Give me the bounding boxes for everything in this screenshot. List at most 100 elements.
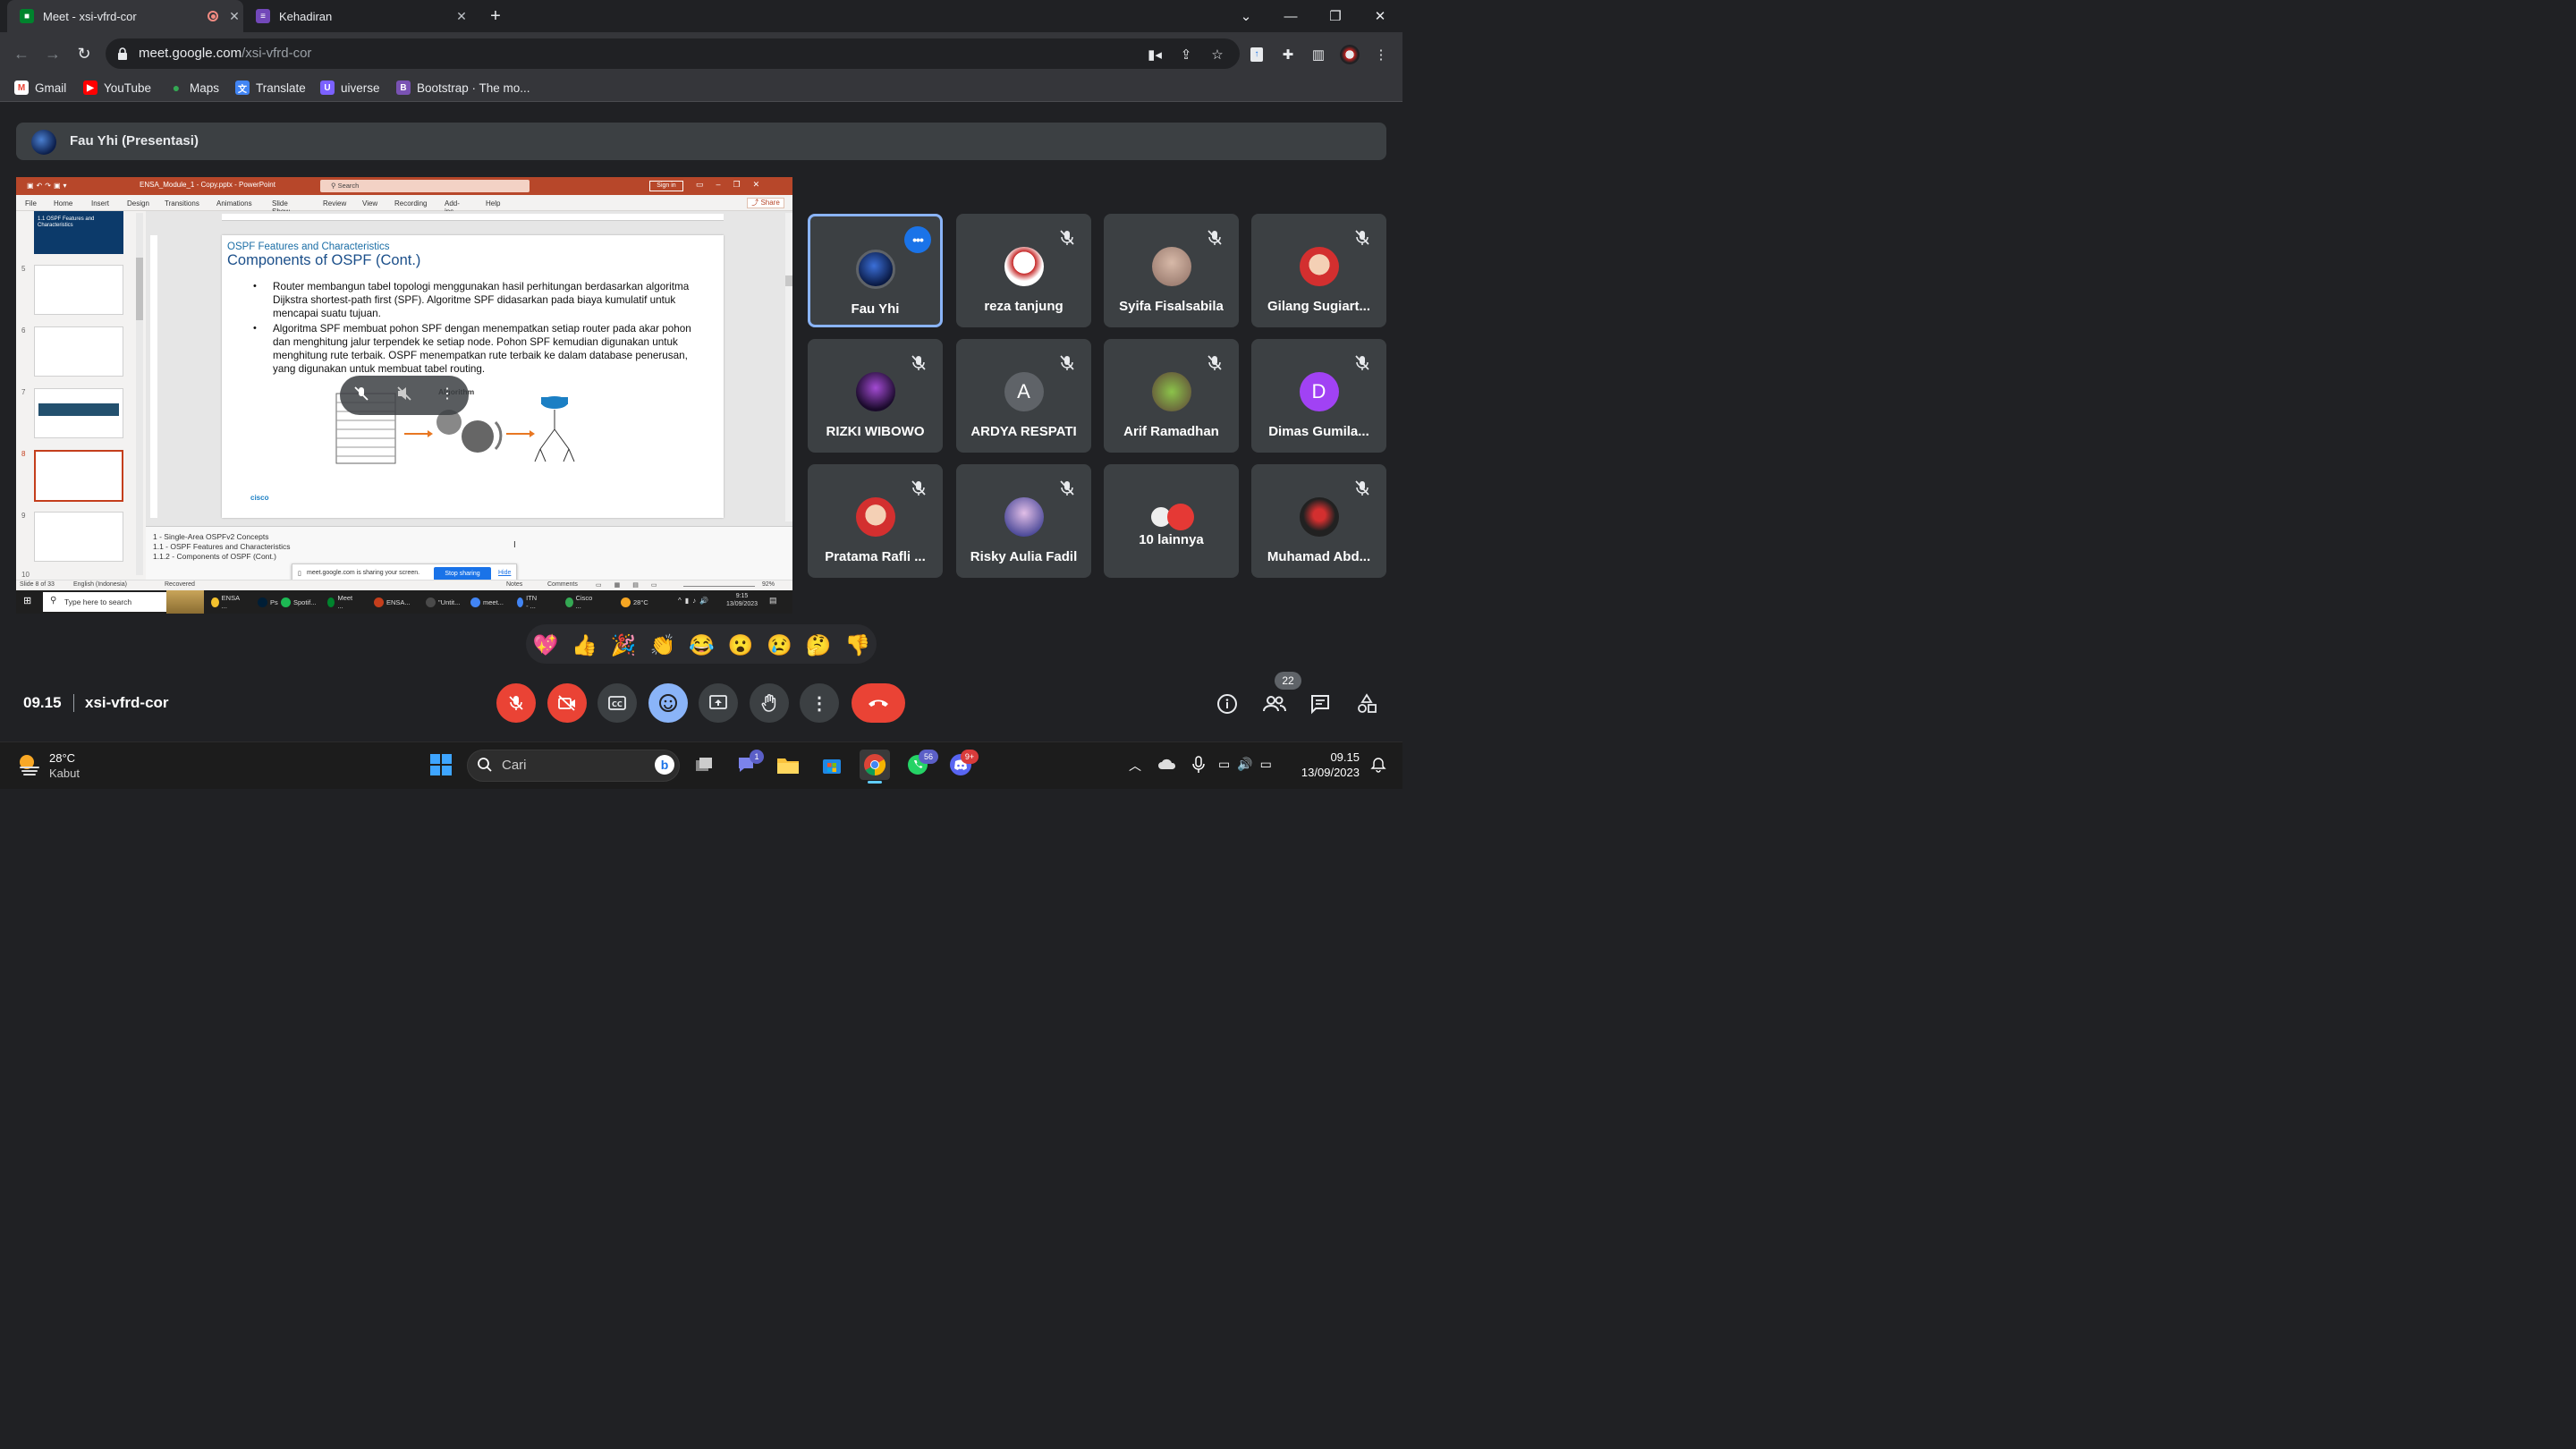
bookmark-translate[interactable]: 文 Translate [235, 79, 306, 97]
bing-icon[interactable]: b [655, 755, 674, 775]
store-app[interactable] [817, 750, 847, 780]
mic-toggle-button[interactable] [496, 683, 536, 723]
status-comments-button[interactable]: Comments [547, 581, 578, 588]
captions-button[interactable]: CC [597, 683, 637, 723]
tab-meet[interactable]: ■ Meet - xsi-vfrd-cor ✕ [7, 0, 243, 32]
meeting-details-icon[interactable] [1216, 692, 1239, 716]
tray-network-volume-battery-icons[interactable]: ▭🔊▭ [1218, 757, 1279, 772]
ppt-menu-review[interactable]: Review [323, 199, 346, 208]
ppt-menu-file[interactable]: File [25, 199, 37, 208]
bookmark-gmail[interactable]: M Gmail [14, 79, 66, 97]
ppt-signin-button[interactable]: Sign in [649, 181, 683, 191]
slide-scrollbar[interactable] [785, 213, 792, 521]
leave-call-button[interactable] [852, 683, 905, 723]
chrome-menu-icon[interactable]: ⋮ [1371, 45, 1391, 64]
new-tab-button[interactable]: + [485, 5, 506, 27]
stop-sharing-button[interactable]: Stop sharing [434, 567, 491, 580]
back-icon[interactable]: ← [11, 43, 32, 64]
bookmark-maps[interactable]: ● Maps [169, 79, 219, 97]
notification-bell-icon[interactable] [1370, 757, 1386, 773]
taskbar-time[interactable]: 09.15 [1295, 750, 1360, 764]
onedrive-icon[interactable] [1157, 757, 1177, 773]
lock-icon[interactable] [117, 47, 128, 60]
tab-kehadiran[interactable]: ≡ Kehadiran ✕ [243, 0, 470, 32]
view-buttons-icon[interactable]: ▭▦▤▭ [596, 581, 669, 589]
tab-search-chevron-icon[interactable]: ⌄ [1233, 5, 1258, 27]
reaction-emoji[interactable]: 👏 [649, 631, 676, 658]
reaction-emoji[interactable]: 🤔 [805, 631, 832, 658]
participant-tile[interactable]: reza tanjung [956, 214, 1091, 327]
hide-sharing-link[interactable]: Hide [498, 570, 511, 576]
zoom-slider[interactable] [683, 586, 755, 587]
share-page-icon[interactable]: ⇪ [1176, 45, 1196, 64]
ppt-menu-insert[interactable]: Insert [91, 199, 109, 208]
tray-chevron-icon[interactable]: ︿ [1129, 757, 1141, 775]
slide-thumbnail[interactable] [34, 512, 123, 562]
close-window-button[interactable]: ✕ [1368, 5, 1393, 27]
reload-icon[interactable]: ↻ [73, 43, 95, 64]
participant-tile[interactable]: Fau Yhi ••• [808, 214, 943, 327]
chat-icon[interactable] [1309, 692, 1332, 716]
participant-tile[interactable]: Gilang Sugiart... [1251, 214, 1386, 327]
participant-tile[interactable]: Muhamad Abd... [1251, 464, 1386, 578]
activities-icon[interactable] [1355, 692, 1378, 716]
reaction-emoji[interactable]: 🎉 [610, 631, 637, 658]
ppt-quick-access-icon[interactable]: ▣↶↷▣▾ [27, 182, 116, 191]
participant-tile[interactable]: Pratama Rafli ... [808, 464, 943, 578]
participant-tile[interactable]: 10 lainnya [1104, 464, 1239, 578]
bookmark-uiverse[interactable]: Uuiverse [320, 79, 380, 97]
more-options-button[interactable]: ⋮ [800, 683, 839, 723]
bookmark-star-icon[interactable]: ☆ [1208, 45, 1227, 64]
reactions-button[interactable] [648, 683, 688, 723]
more-options-icon[interactable]: ⋮ [440, 385, 454, 402]
participant-tile[interactable]: RIZKI WIBOWO [808, 339, 943, 453]
microphone-icon[interactable] [1192, 756, 1205, 774]
slide-thumbnail[interactable] [34, 265, 123, 315]
ppt-window-controls-icon[interactable]: ▭–❐✕ [696, 180, 785, 190]
weather-icon[interactable] [16, 751, 43, 778]
ppt-menu-animations[interactable]: Animations [216, 199, 252, 208]
tile-more-options-icon[interactable]: ••• [904, 226, 931, 253]
participant-tile[interactable]: D Dimas Gumila... [1251, 339, 1386, 453]
reaction-emoji[interactable]: 👎 [844, 631, 871, 658]
extensions-puzzle-icon[interactable]: ✚ [1278, 45, 1298, 64]
ppt-menu-help[interactable]: Help [486, 199, 500, 208]
close-tab-icon[interactable]: ✕ [453, 9, 470, 24]
participant-tile[interactable]: A ARDYA RESPATI [956, 339, 1091, 453]
reaction-emoji[interactable]: 💖 [532, 631, 559, 658]
ppt-menu-design[interactable]: Design [127, 199, 149, 208]
minimize-button[interactable]: — [1278, 5, 1303, 27]
participant-tile[interactable]: Arif Ramadhan [1104, 339, 1239, 453]
camera-icon[interactable]: ▮◂ [1145, 45, 1165, 64]
thumb-scrollbar[interactable] [136, 213, 143, 575]
slide-thumbnail[interactable] [34, 388, 123, 438]
people-icon[interactable] [1262, 692, 1287, 716]
reaction-emoji[interactable]: 😢 [767, 631, 793, 658]
present-button[interactable] [699, 683, 738, 723]
slide-thumbnail[interactable]: 1.1 OSPF Features and Characteristics [34, 211, 123, 254]
reaction-emoji[interactable]: 😮 [727, 631, 754, 658]
bookmark-bootstrap[interactable]: B Bootstrap · The mo... [396, 79, 530, 97]
start-button[interactable] [426, 750, 456, 780]
ppt-menu-recording[interactable]: Recording [394, 199, 427, 208]
participant-tile[interactable]: Syifa Fisalsabila [1104, 214, 1239, 327]
bookmark-youtube[interactable]: ▶ YouTube [83, 79, 151, 97]
task-view-app[interactable] [689, 750, 719, 780]
file-explorer-app[interactable] [773, 750, 803, 780]
ppt-menu-home[interactable]: Home [54, 199, 72, 208]
slide-thumbnail[interactable] [34, 326, 123, 377]
profile-avatar[interactable] [1340, 45, 1360, 64]
extension-upload-icon[interactable]: ↑ [1247, 45, 1267, 64]
participant-tile[interactable]: Risky Aulia Fadil [956, 464, 1091, 578]
mic-off-icon[interactable] [352, 385, 370, 402]
taskbar-search[interactable] [467, 750, 680, 782]
camera-toggle-button[interactable] [547, 683, 587, 723]
slide-thumbnail-selected[interactable] [34, 450, 123, 502]
close-tab-icon[interactable]: ✕ [225, 9, 243, 24]
ppt-share-button[interactable]: ⤴ Share [747, 198, 784, 208]
volume-off-icon[interactable] [395, 385, 413, 402]
taskbar-date[interactable]: 13/09/2023 [1288, 766, 1360, 779]
restore-button[interactable]: ❐ [1323, 5, 1348, 27]
reaction-emoji[interactable]: 👍 [572, 631, 598, 658]
forward-icon[interactable]: → [42, 43, 64, 64]
